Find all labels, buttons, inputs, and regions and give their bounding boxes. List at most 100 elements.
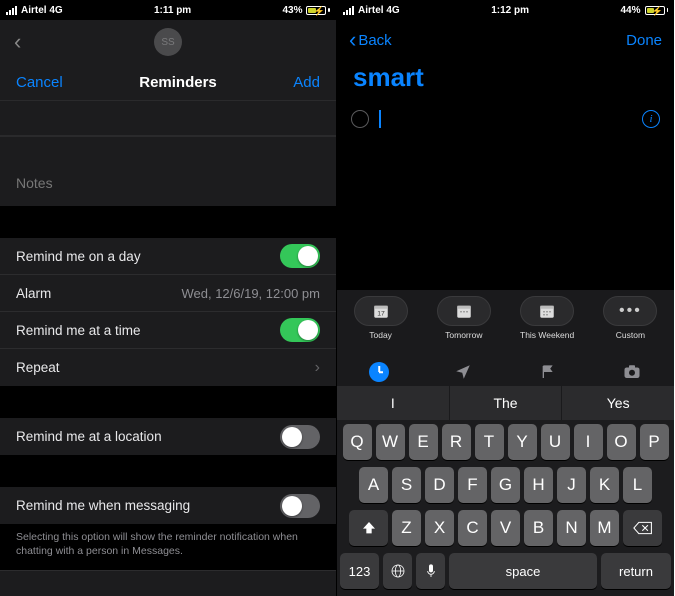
key-a[interactable]: A [359,467,388,503]
key-r[interactable]: R [442,424,471,460]
key-m[interactable]: M [590,510,619,546]
notes-field[interactable]: Notes [0,136,336,206]
key-q[interactable]: Q [343,424,372,460]
key-e[interactable]: E [409,424,438,460]
key-u[interactable]: U [541,424,570,460]
done-button[interactable]: Done [626,32,662,49]
key-j[interactable]: J [557,467,586,503]
quick-tomorrow[interactable]: Tomorrow [437,296,491,340]
flag-icon [540,364,556,380]
photo-attribute-button[interactable] [621,361,643,383]
location-arrow-icon [454,363,472,381]
messaging-footer-text: Selecting this option will show the remi… [0,524,336,570]
remind-time-label: Remind me at a time [16,323,141,338]
carrier-label: Airtel 4G [358,5,400,16]
key-g[interactable]: G [491,467,520,503]
key-b[interactable]: B [524,510,553,546]
calendar-weekend-icon [538,302,556,320]
status-bar: Airtel 4G 1:12 pm 44% ⚡ [337,0,674,20]
battery-icon: ⚡ [645,6,669,15]
suggestion-2[interactable]: The [450,386,563,420]
status-bar: Airtel 4G 1:11 pm 43% ⚡ [0,0,336,20]
remind-day-label: Remind me on a day [16,249,141,264]
keyboard: QWERTYUIOP ASDFGHJKL ZXCVBNM 123 space r… [337,420,674,596]
repeat-label: Repeat [16,360,60,375]
clock-icon [369,362,389,382]
remind-time-row: Remind me at a time [0,312,336,349]
clock-label: 1:11 pm [154,5,191,16]
remind-location-row: Remind me at a location [0,418,336,455]
info-icon[interactable]: i [642,110,660,128]
screenshot-reminder-details: Airtel 4G 1:11 pm 43% ⚡ ‹ SS Cancel Remi… [0,0,337,596]
key-z[interactable]: Z [392,510,421,546]
dictation-key[interactable] [416,553,445,589]
chevron-left-icon: ‹ [349,27,356,53]
avatar[interactable]: SS [154,28,182,56]
key-x[interactable]: X [425,510,454,546]
backspace-key[interactable] [623,510,662,546]
signal-icon [343,6,354,15]
extra-row[interactable] [0,570,336,596]
mic-icon [425,563,437,579]
suggestion-1[interactable]: I [337,386,450,420]
remind-messaging-toggle[interactable] [280,494,320,518]
backspace-icon [633,521,653,535]
add-button[interactable]: Add [293,74,320,91]
location-attribute-button[interactable] [452,361,474,383]
keyboard-suggestions: I The Yes [337,386,674,420]
quick-weekend[interactable]: This Weekend [520,296,574,340]
remind-day-row: Remind me on a day [0,238,336,275]
key-w[interactable]: W [376,424,405,460]
remind-day-toggle[interactable] [280,244,320,268]
nav-bar: Cancel Reminders Add [0,64,336,100]
key-y[interactable]: Y [508,424,537,460]
time-attribute-button[interactable] [368,361,390,383]
keyboard-row-3: ZXCVBNM [340,510,671,546]
key-d[interactable]: D [425,467,454,503]
quick-custom[interactable]: ••• Custom [603,296,657,340]
carrier-label: Airtel 4G [21,5,63,16]
quick-date-bar: 17 Today Tomorrow This Weekend ••• Custo… [337,290,674,358]
key-v[interactable]: V [491,510,520,546]
chevron-right-icon: › [315,359,320,377]
remind-location-toggle[interactable] [280,425,320,449]
key-c[interactable]: C [458,510,487,546]
key-p[interactable]: P [640,424,669,460]
key-l[interactable]: L [623,467,652,503]
globe-key[interactable] [383,553,412,589]
keyboard-row-2: ASDFGHJKL [340,467,671,503]
globe-icon [390,563,406,579]
key-i[interactable]: I [574,424,603,460]
suggestion-3[interactable]: Yes [562,386,674,420]
calendar-today-icon: 17 [372,302,390,320]
keyboard-row-1: QWERTYUIOP [340,424,671,460]
ellipsis-icon: ••• [619,302,642,320]
header-area: ‹ SS [0,20,336,64]
alarm-value: Wed, 12/6/19, 12:00 pm [181,286,320,301]
space-key[interactable]: space [449,553,597,589]
numbers-key[interactable]: 123 [340,553,379,589]
back-chevron-icon[interactable]: ‹ [14,29,21,55]
key-n[interactable]: N [557,510,586,546]
key-k[interactable]: K [590,467,619,503]
new-reminder-row[interactable]: i [337,103,674,135]
quick-today[interactable]: 17 Today [354,296,408,340]
clock-label: 1:12 pm [491,5,529,16]
title-field[interactable] [0,100,336,136]
remind-time-toggle[interactable] [280,318,320,342]
cancel-button[interactable]: Cancel [16,74,63,91]
key-t[interactable]: T [475,424,504,460]
repeat-row[interactable]: Repeat › [0,349,336,386]
key-s[interactable]: S [392,467,421,503]
key-o[interactable]: O [607,424,636,460]
signal-icon [6,6,17,15]
return-key[interactable]: return [601,553,671,589]
alarm-row[interactable]: Alarm Wed, 12/6/19, 12:00 pm [0,275,336,312]
shift-key[interactable] [349,510,388,546]
flag-attribute-button[interactable] [537,361,559,383]
key-h[interactable]: H [524,467,553,503]
reminder-checkbox[interactable] [351,110,369,128]
back-button[interactable]: ‹ Back [349,27,392,53]
battery-percent: 43% [282,5,302,16]
key-f[interactable]: F [458,467,487,503]
